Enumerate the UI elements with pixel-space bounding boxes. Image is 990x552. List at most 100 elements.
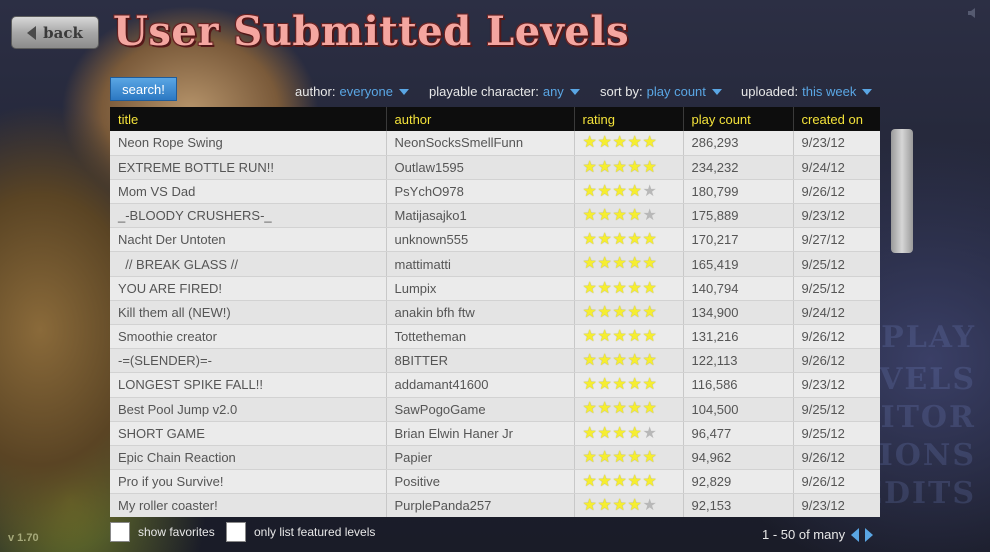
level-rating[interactable]: ★ ★ ★ ★ ★	[573, 372, 683, 398]
level-title[interactable]: Kill them all (NEW!)	[110, 300, 386, 326]
author-filter[interactable]: author: everyone	[295, 84, 409, 99]
level-play-count[interactable]: 92,829	[682, 469, 793, 495]
level-created-on[interactable]: 9/23/12	[792, 493, 880, 517]
show-favorites-option[interactable]: show favorites	[110, 522, 215, 542]
level-created-on[interactable]: 9/26/12	[792, 445, 880, 471]
level-created-on[interactable]: 9/23/12	[792, 131, 880, 156]
level-play-count[interactable]: 175,889	[682, 203, 793, 229]
level-play-count[interactable]: 94,962	[682, 445, 793, 471]
table-row[interactable]: EXTREME BOTTLE RUN!! Outlaw1595 ★ ★ ★ ★ ★ 234,2…	[110, 155, 880, 180]
level-play-count[interactable]: 116,586	[682, 372, 793, 398]
filter-value[interactable]: everyone	[339, 84, 392, 99]
level-play-count[interactable]: 131,216	[682, 324, 793, 350]
level-title[interactable]: Pro if you Survive!	[110, 469, 386, 495]
level-author[interactable]: Matijasajko1	[385, 203, 574, 229]
level-rating[interactable]: ★ ★ ★ ★ ★	[573, 324, 683, 350]
level-title[interactable]: My roller coaster!	[110, 493, 386, 517]
level-play-count[interactable]: 134,900	[682, 300, 793, 326]
column-header-author[interactable]: author	[385, 107, 574, 131]
level-created-on[interactable]: 9/27/12	[792, 227, 880, 253]
level-play-count[interactable]: 286,293	[682, 131, 793, 156]
level-play-count[interactable]: 165,419	[682, 251, 793, 277]
level-author[interactable]: Brian Elwin Haner Jr	[385, 421, 574, 446]
level-author[interactable]: PsYchO978	[385, 179, 574, 205]
level-play-count[interactable]: 234,232	[682, 155, 793, 180]
column-header-rating[interactable]: rating	[573, 107, 683, 131]
level-rating[interactable]: ★ ★ ★ ★ ★	[573, 203, 683, 229]
chevron-down-icon[interactable]	[862, 88, 873, 95]
back-button[interactable]: back	[11, 16, 99, 49]
level-created-on[interactable]: 9/24/12	[792, 300, 880, 326]
level-rating[interactable]: ★ ★ ★ ★ ★	[573, 155, 683, 180]
chevron-down-icon[interactable]	[711, 88, 722, 95]
level-title[interactable]: Smoothie creator	[110, 324, 386, 350]
level-rating[interactable]: ★ ★ ★ ★ ★	[573, 421, 683, 446]
level-title[interactable]: -=(SLENDER)=-	[110, 348, 386, 374]
level-rating[interactable]: ★ ★ ★ ★ ★	[573, 493, 683, 517]
level-title[interactable]: SHORT GAME	[110, 421, 386, 446]
scrollbar-thumb[interactable]	[891, 129, 913, 253]
table-row[interactable]: SHORT GAME Brian Elwin Haner Jr ★ ★ ★ ★ ★ 96,47…	[110, 421, 880, 446]
level-author[interactable]: Outlaw1595	[385, 155, 574, 180]
level-rating[interactable]: ★ ★ ★ ★ ★	[573, 131, 683, 156]
table-row[interactable]: Best Pool Jump v2.0 SawPogoGame ★ ★ ★ ★ ★ 104,5…	[110, 397, 880, 422]
level-created-on[interactable]: 9/26/12	[792, 348, 880, 374]
level-author[interactable]: Tottetheman	[385, 324, 574, 350]
level-rating[interactable]: ★ ★ ★ ★ ★	[573, 251, 683, 277]
level-rating[interactable]: ★ ★ ★ ★ ★	[573, 397, 683, 422]
level-title[interactable]: Mom VS Dad	[110, 179, 386, 205]
level-created-on[interactable]: 9/23/12	[792, 203, 880, 229]
level-author[interactable]: addamant41600	[385, 372, 574, 398]
chevron-down-icon[interactable]	[569, 88, 580, 95]
show-favorites-checkbox[interactable]	[110, 522, 130, 542]
level-title[interactable]: Best Pool Jump v2.0	[110, 397, 386, 422]
table-row[interactable]: -=(SLENDER)=- 8BITTER ★ ★ ★ ★ ★ 122,113 9/26/12	[110, 348, 880, 374]
level-created-on[interactable]: 9/24/12	[792, 155, 880, 180]
table-row[interactable]: Kill them all (NEW!) anakin bfh ftw ★ ★ ★ ★ ★ 1…	[110, 300, 880, 326]
level-author[interactable]: mattimatti	[385, 251, 574, 277]
table-row[interactable]: LONGEST SPIKE FALL!! addamant41600 ★ ★ ★ ★ ★ 11…	[110, 372, 880, 398]
level-rating[interactable]: ★ ★ ★ ★ ★	[573, 276, 683, 301]
level-created-on[interactable]: 9/25/12	[792, 276, 880, 301]
scrollbar[interactable]	[891, 129, 913, 517]
table-row[interactable]: Nacht Der Untoten unknown555 ★ ★ ★ ★ ★ 170,217 9…	[110, 227, 880, 253]
featured-levels-option[interactable]: only list featured levels	[226, 522, 375, 542]
level-play-count[interactable]: 170,217	[682, 227, 793, 253]
playable-character-filter[interactable]: playable character: any	[429, 84, 580, 99]
level-created-on[interactable]: 9/26/12	[792, 324, 880, 350]
sort-by-filter[interactable]: sort by: play count	[600, 84, 722, 99]
table-row[interactable]: My roller coaster! PurplePanda257 ★ ★ ★ ★ ★ 92,…	[110, 493, 880, 517]
level-author[interactable]: PurplePanda257	[385, 493, 574, 517]
level-rating[interactable]: ★ ★ ★ ★ ★	[573, 348, 683, 374]
level-rating[interactable]: ★ ★ ★ ★ ★	[573, 179, 683, 205]
column-header-created-on[interactable]: created on	[792, 107, 880, 131]
level-author[interactable]: Lumpix	[385, 276, 574, 301]
level-author[interactable]: anakin bfh ftw	[385, 300, 574, 326]
chevron-down-icon[interactable]	[398, 88, 409, 95]
level-play-count[interactable]: 104,500	[682, 397, 793, 422]
level-title[interactable]: EXTREME BOTTLE RUN!!	[110, 155, 386, 180]
level-title[interactable]: _-BLOODY CRUSHERS-_	[110, 203, 386, 229]
table-row[interactable]: // BREAK GLASS //mattimatti ★ ★ ★ ★ ★ 165,419 9…	[110, 251, 880, 277]
level-author[interactable]: SawPogoGame	[385, 397, 574, 422]
level-title[interactable]: // BREAK GLASS //	[110, 251, 386, 277]
table-row[interactable]: _-BLOODY CRUSHERS-_ Matijasajko1 ★ ★ ★ ★ ★ 175,…	[110, 203, 880, 229]
level-created-on[interactable]: 9/25/12	[792, 251, 880, 277]
table-row[interactable]: Mom VS Dad PsYchO978 ★ ★ ★ ★ ★ 180,799 9/26/12	[110, 179, 880, 205]
level-rating[interactable]: ★ ★ ★ ★ ★	[573, 445, 683, 471]
level-play-count[interactable]: 122,113	[682, 348, 793, 374]
level-created-on[interactable]: 9/26/12	[792, 179, 880, 205]
level-play-count[interactable]: 96,477	[682, 421, 793, 446]
level-title[interactable]: Nacht Der Untoten	[110, 227, 386, 253]
level-author[interactable]: unknown555	[385, 227, 574, 253]
table-row[interactable]: Neon Rope Swing NeonSocksSmellFunn ★ ★ ★ ★ ★ 28…	[110, 131, 880, 156]
column-header-title[interactable]: title	[110, 107, 386, 131]
level-title[interactable]: Neon Rope Swing	[110, 131, 386, 156]
filter-value[interactable]: any	[543, 84, 564, 99]
level-title[interactable]: YOU ARE FIRED!	[110, 276, 386, 301]
level-play-count[interactable]: 92,153	[682, 493, 793, 517]
table-row[interactable]: Smoothie creator Tottetheman ★ ★ ★ ★ ★ 131,216 9…	[110, 324, 880, 350]
level-created-on[interactable]: 9/26/12	[792, 469, 880, 495]
speaker-icon[interactable]	[968, 8, 980, 18]
featured-levels-checkbox[interactable]	[226, 522, 246, 542]
